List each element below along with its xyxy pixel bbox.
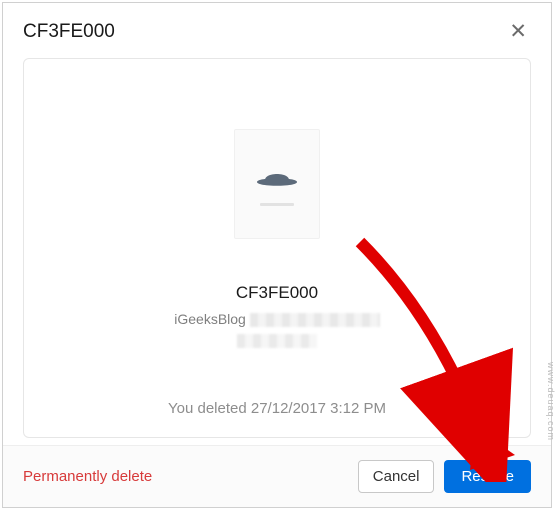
restore-dialog: CF3FE000 ✕ CF3FE000 iGeeksBlog [2, 2, 552, 508]
thumb-line [260, 203, 294, 206]
footer-buttons: Cancel Restore [358, 460, 531, 493]
meta-prefix: iGeeksBlog [174, 311, 246, 327]
cancel-button[interactable]: Cancel [358, 460, 435, 493]
file-placeholder-icon [255, 163, 299, 191]
deleted-timestamp: You deleted 27/12/2017 3:12 PM [168, 400, 386, 417]
dialog-title: CF3FE000 [23, 21, 115, 43]
file-info: CF3FE000 iGeeksBlog [174, 283, 379, 354]
file-name: CF3FE000 [174, 283, 379, 303]
watermark: www.deuaq.com [546, 362, 556, 441]
dialog-footer: Permanently delete Cancel Restore [3, 445, 551, 507]
file-thumbnail [234, 129, 320, 239]
redacted-text [237, 334, 317, 348]
redacted-text [250, 313, 380, 327]
restore-button[interactable]: Restore [444, 460, 531, 493]
permanently-delete-link[interactable]: Permanently delete [23, 468, 152, 485]
file-meta: iGeeksBlog [174, 309, 379, 354]
file-preview-card: CF3FE000 iGeeksBlog You deleted 27/12/20… [23, 58, 531, 438]
dialog-header: CF3FE000 ✕ [3, 3, 551, 58]
close-icon[interactable]: ✕ [505, 19, 531, 44]
dialog-content: CF3FE000 iGeeksBlog You deleted 27/12/20… [3, 58, 551, 445]
